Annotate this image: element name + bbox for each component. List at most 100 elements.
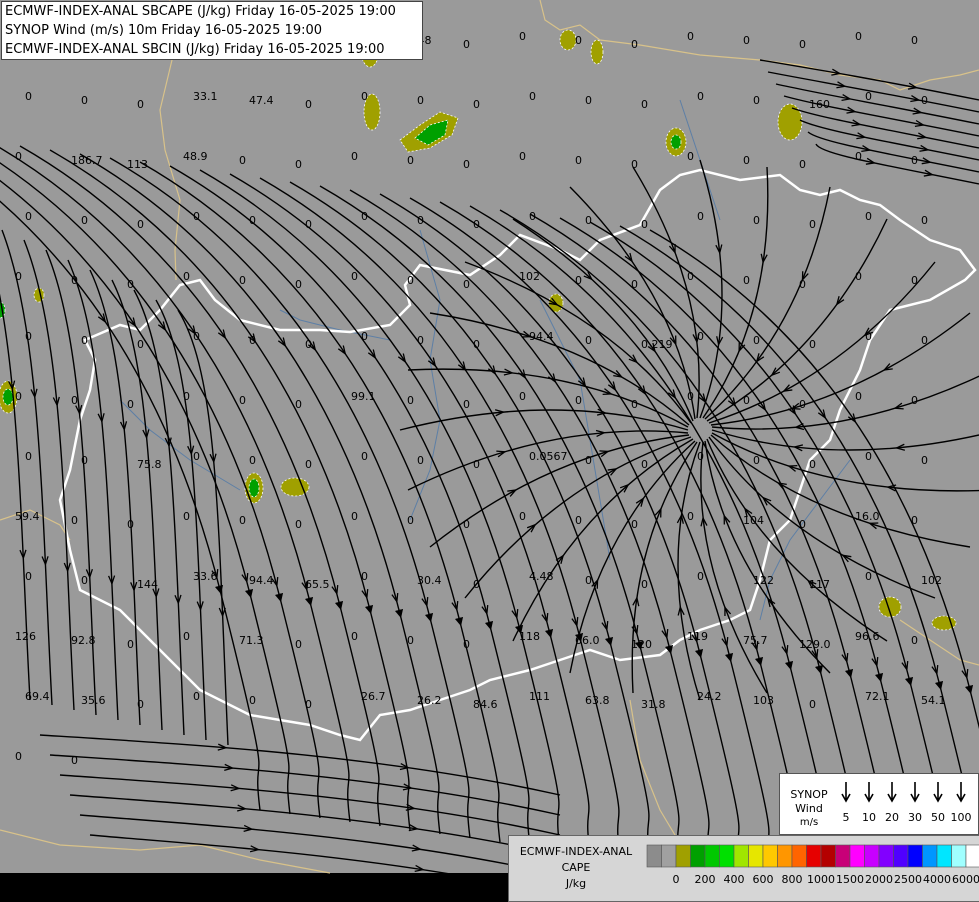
station-value: 0	[697, 570, 704, 583]
legend-tick-label: 0	[673, 873, 680, 886]
station-value: 0	[15, 270, 22, 283]
station-value: 0	[239, 274, 246, 287]
station-value: 0	[249, 214, 256, 227]
station-value: 33.6	[193, 570, 218, 583]
station-value: 0	[249, 694, 256, 707]
station-value: 26.2	[417, 694, 442, 707]
header-line-wind: SYNOP Wind (m/s) 10m Friday 16-05-2025 1…	[5, 23, 323, 38]
color-swatch	[646, 844, 662, 868]
station-value: 0	[25, 90, 32, 103]
station-value: 0	[249, 454, 256, 467]
station-value: 0	[687, 390, 694, 403]
station-value: 0	[361, 570, 368, 583]
wind-arrow-sample: 30	[908, 782, 922, 824]
station-value: 0	[81, 334, 88, 347]
color-swatch	[893, 844, 909, 868]
station-value: 0	[809, 698, 816, 711]
wind-arrows-scale: 5 10 20 30 50 100	[841, 782, 972, 824]
wind-arrow-sample: 100	[951, 782, 972, 824]
station-value: 122	[753, 574, 774, 587]
station-value: 75.7	[743, 634, 768, 647]
station-value: 0	[799, 38, 806, 51]
cape-patch	[2, 388, 14, 406]
color-swatch	[806, 844, 822, 868]
station-value: 0	[71, 274, 78, 287]
station-value: 0	[641, 218, 648, 231]
station-value: 24.2	[697, 690, 722, 703]
station-value: 0	[697, 90, 704, 103]
station-value: 0	[351, 630, 358, 643]
station-value: 0	[295, 278, 302, 291]
station-value: 0	[463, 158, 470, 171]
station-value: 0	[305, 98, 312, 111]
station-value: 71.3	[239, 634, 264, 647]
station-value: 0	[809, 338, 816, 351]
map-canvas: 00000006.4800000000000033.147.4000000000…	[0, 0, 979, 900]
legend-tick-label: 1500	[836, 873, 864, 886]
station-value: 0	[585, 454, 592, 467]
station-value: 0	[921, 454, 928, 467]
station-value: 0	[351, 510, 358, 523]
station-value: 119	[687, 630, 708, 643]
station-value: 0	[519, 30, 526, 43]
station-value: 0	[71, 514, 78, 527]
station-value: 48.9	[183, 150, 208, 163]
station-value: 0	[529, 210, 536, 223]
legend-tick-label: 4000	[923, 873, 951, 886]
station-value: 0	[911, 154, 918, 167]
station-value: 0	[855, 390, 862, 403]
station-value: 0	[575, 154, 582, 167]
station-value: 96.6	[855, 630, 880, 643]
station-value: 0	[585, 334, 592, 347]
station-value: 0	[407, 394, 414, 407]
station-value: 0	[239, 514, 246, 527]
station-value: 16.0	[855, 510, 880, 523]
station-value: 0	[799, 158, 806, 171]
station-value: 0	[71, 394, 78, 407]
color-swatch	[864, 844, 880, 868]
station-value: 0	[529, 90, 536, 103]
station-value: 0	[127, 638, 134, 651]
station-value: 0	[417, 214, 424, 227]
station-value: 118	[519, 630, 540, 643]
station-value: 75.8	[137, 458, 162, 471]
station-value: 144	[137, 578, 158, 591]
station-value: 0	[519, 510, 526, 523]
station-value: 117	[809, 578, 830, 591]
station-value: 0	[641, 98, 648, 111]
station-value: 0	[911, 274, 918, 287]
cape-patch	[590, 39, 604, 65]
station-value: 102	[921, 574, 942, 587]
header-line-cin: ECMWF-INDEX-ANAL SBCIN (J/kg) Friday 16-…	[5, 42, 385, 57]
station-value: 0	[753, 334, 760, 347]
station-value: 0	[463, 518, 470, 531]
station-value: 0	[193, 330, 200, 343]
station-value: 0	[687, 30, 694, 43]
color-swatch	[719, 844, 735, 868]
wind-arrow-sample: 10	[862, 782, 876, 824]
station-value: 0	[193, 210, 200, 223]
station-value: 0	[911, 514, 918, 527]
map-header: ECMWF-INDEX-ANAL SBCAPE (J/kg) Friday 16…	[1, 1, 423, 60]
station-value: 0	[137, 338, 144, 351]
station-value: 0	[809, 458, 816, 471]
color-swatch	[951, 844, 967, 868]
station-value: 0	[127, 278, 134, 291]
station-value: 0	[855, 270, 862, 283]
station-value: 0	[743, 154, 750, 167]
station-value: 0	[519, 390, 526, 403]
station-value: 0	[921, 94, 928, 107]
station-value: 0	[911, 394, 918, 407]
station-value: 0	[743, 34, 750, 47]
station-value: 0	[249, 334, 256, 347]
station-value: 0	[743, 274, 750, 287]
cape-patch	[670, 134, 682, 150]
cape-color-legend: ECMWF-INDEX-ANAL CAPE J/kg 0 200 400 600 800…	[508, 835, 979, 902]
station-value: 92.8	[71, 634, 96, 647]
station-value: 0	[71, 754, 78, 767]
station-value: 0	[855, 30, 862, 43]
cape-patch	[559, 29, 577, 51]
black-corner	[0, 873, 508, 900]
station-value: 0	[865, 330, 872, 343]
station-value: 0	[15, 750, 22, 763]
